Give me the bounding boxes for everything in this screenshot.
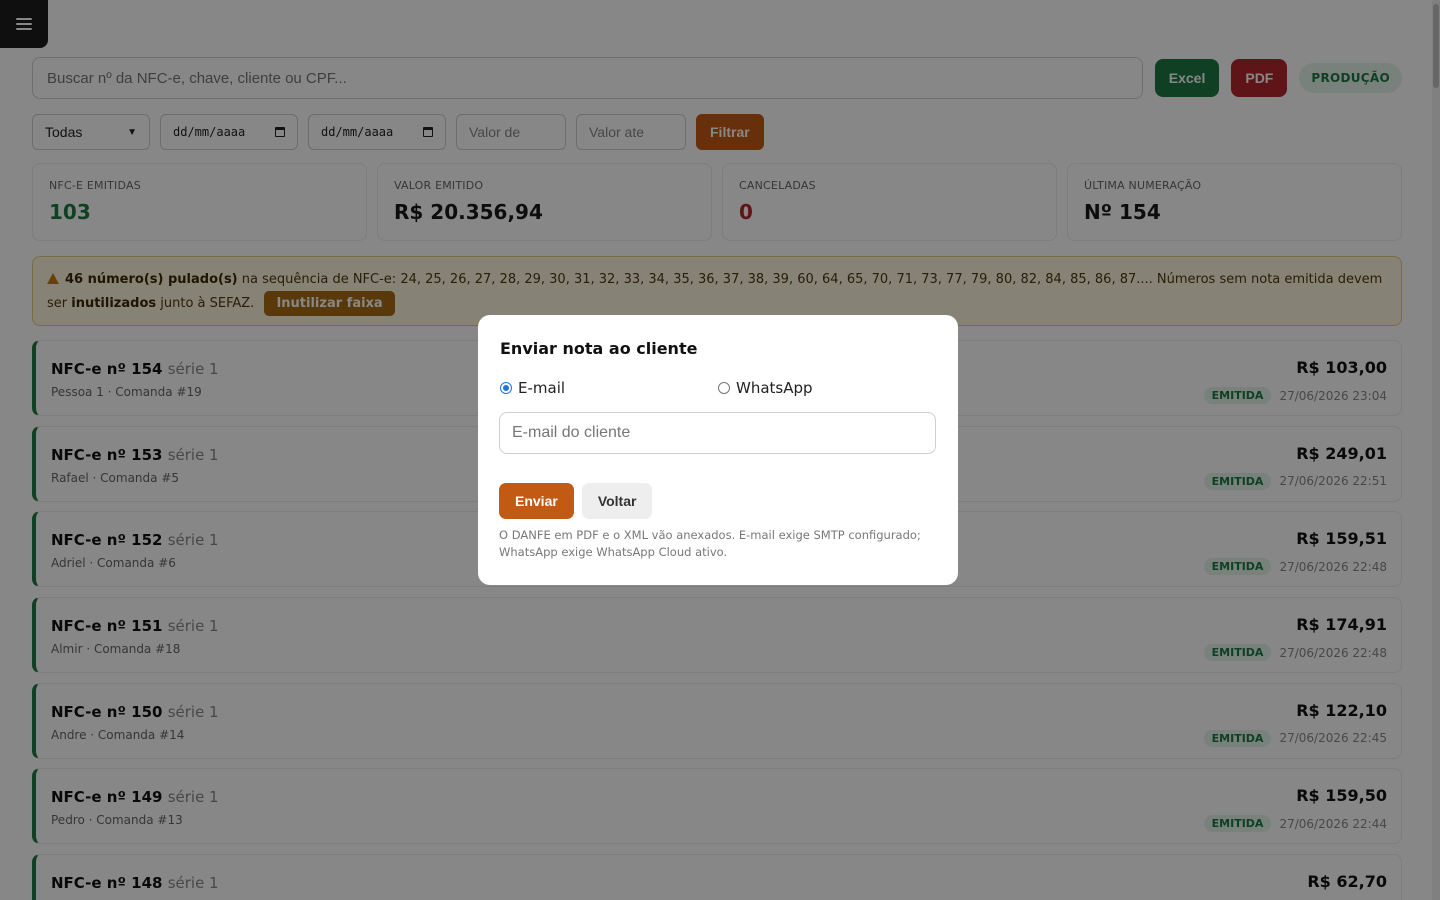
radio-unselected-icon[interactable]	[718, 382, 730, 394]
radio-whatsapp[interactable]: WhatsApp	[718, 379, 936, 397]
modal-title: Enviar nota ao cliente	[500, 339, 698, 358]
radio-email-label: E-mail	[518, 379, 566, 397]
radio-whatsapp-label: WhatsApp	[736, 379, 813, 397]
back-button[interactable]: Voltar	[581, 483, 653, 519]
radio-selected-icon[interactable]	[500, 382, 512, 394]
customer-email-input[interactable]: E-mail do cliente	[499, 412, 936, 454]
send-note-modal: Enviar nota ao cliente E-mail WhatsApp E…	[478, 315, 958, 585]
send-channel-options: E-mail WhatsApp	[500, 379, 936, 397]
send-button[interactable]: Enviar	[499, 483, 574, 519]
modal-note: O DANFE em PDF e o XML vão anexados. E-m…	[499, 528, 921, 559]
radio-email[interactable]: E-mail	[500, 379, 718, 397]
